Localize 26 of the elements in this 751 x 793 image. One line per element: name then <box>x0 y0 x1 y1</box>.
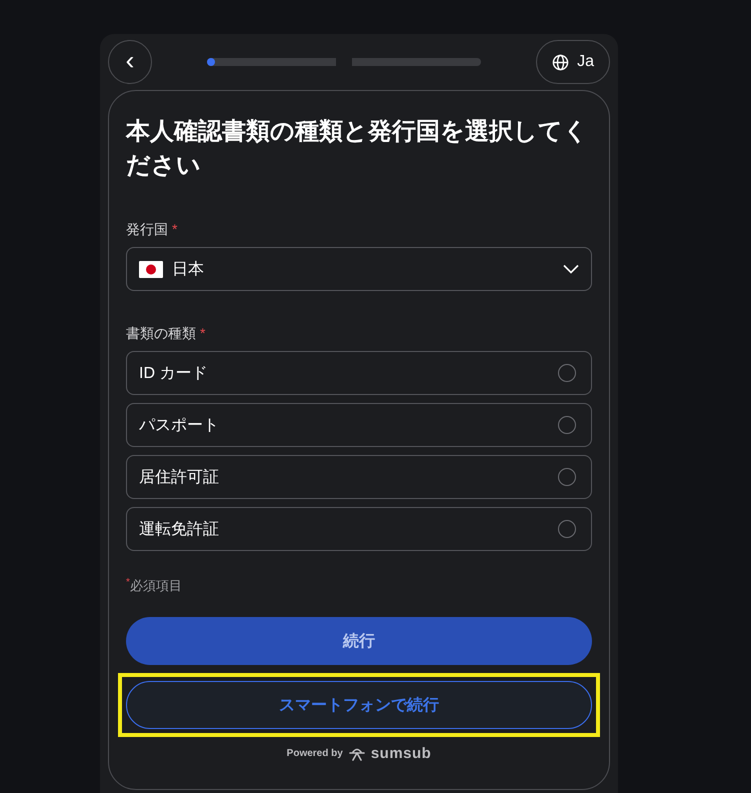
flag-icon <box>139 260 163 278</box>
required-mark: * <box>172 221 178 239</box>
document-type-option[interactable]: ID カード <box>126 351 592 395</box>
page-title: 本人確認書類の種類と発行国を選択してください <box>126 117 589 181</box>
brand-name: sumsub <box>370 745 432 762</box>
document-type-option[interactable]: 運転免許証 <box>126 507 592 551</box>
logo-icon <box>348 746 366 760</box>
continue-on-phone-button[interactable]: スマートフォンで続行 <box>126 681 592 729</box>
chevron-down-icon <box>563 264 579 274</box>
required-mark: * <box>200 325 206 343</box>
field-label: 書類の種類 <box>126 325 196 343</box>
radio-button[interactable] <box>558 364 576 382</box>
radio-button[interactable] <box>558 520 576 538</box>
document-type-option[interactable]: 居住許可証 <box>126 455 592 499</box>
radio-button[interactable] <box>558 468 576 486</box>
country-select[interactable]: 日本 <box>126 247 592 291</box>
radio-button[interactable] <box>558 416 576 434</box>
document-type-option[interactable]: パスポート <box>126 403 592 447</box>
required-note: 必須項目 <box>130 577 182 595</box>
field-label: 発行国 <box>126 221 168 239</box>
back-button[interactable]: ‹ <box>108 40 152 84</box>
continue-button[interactable]: 続行 <box>126 617 592 665</box>
globe-icon <box>552 54 570 70</box>
powered-by-text: Powered by <box>286 748 343 759</box>
language-button[interactable]: Ja <box>536 40 610 84</box>
required-mark: * <box>126 577 130 590</box>
